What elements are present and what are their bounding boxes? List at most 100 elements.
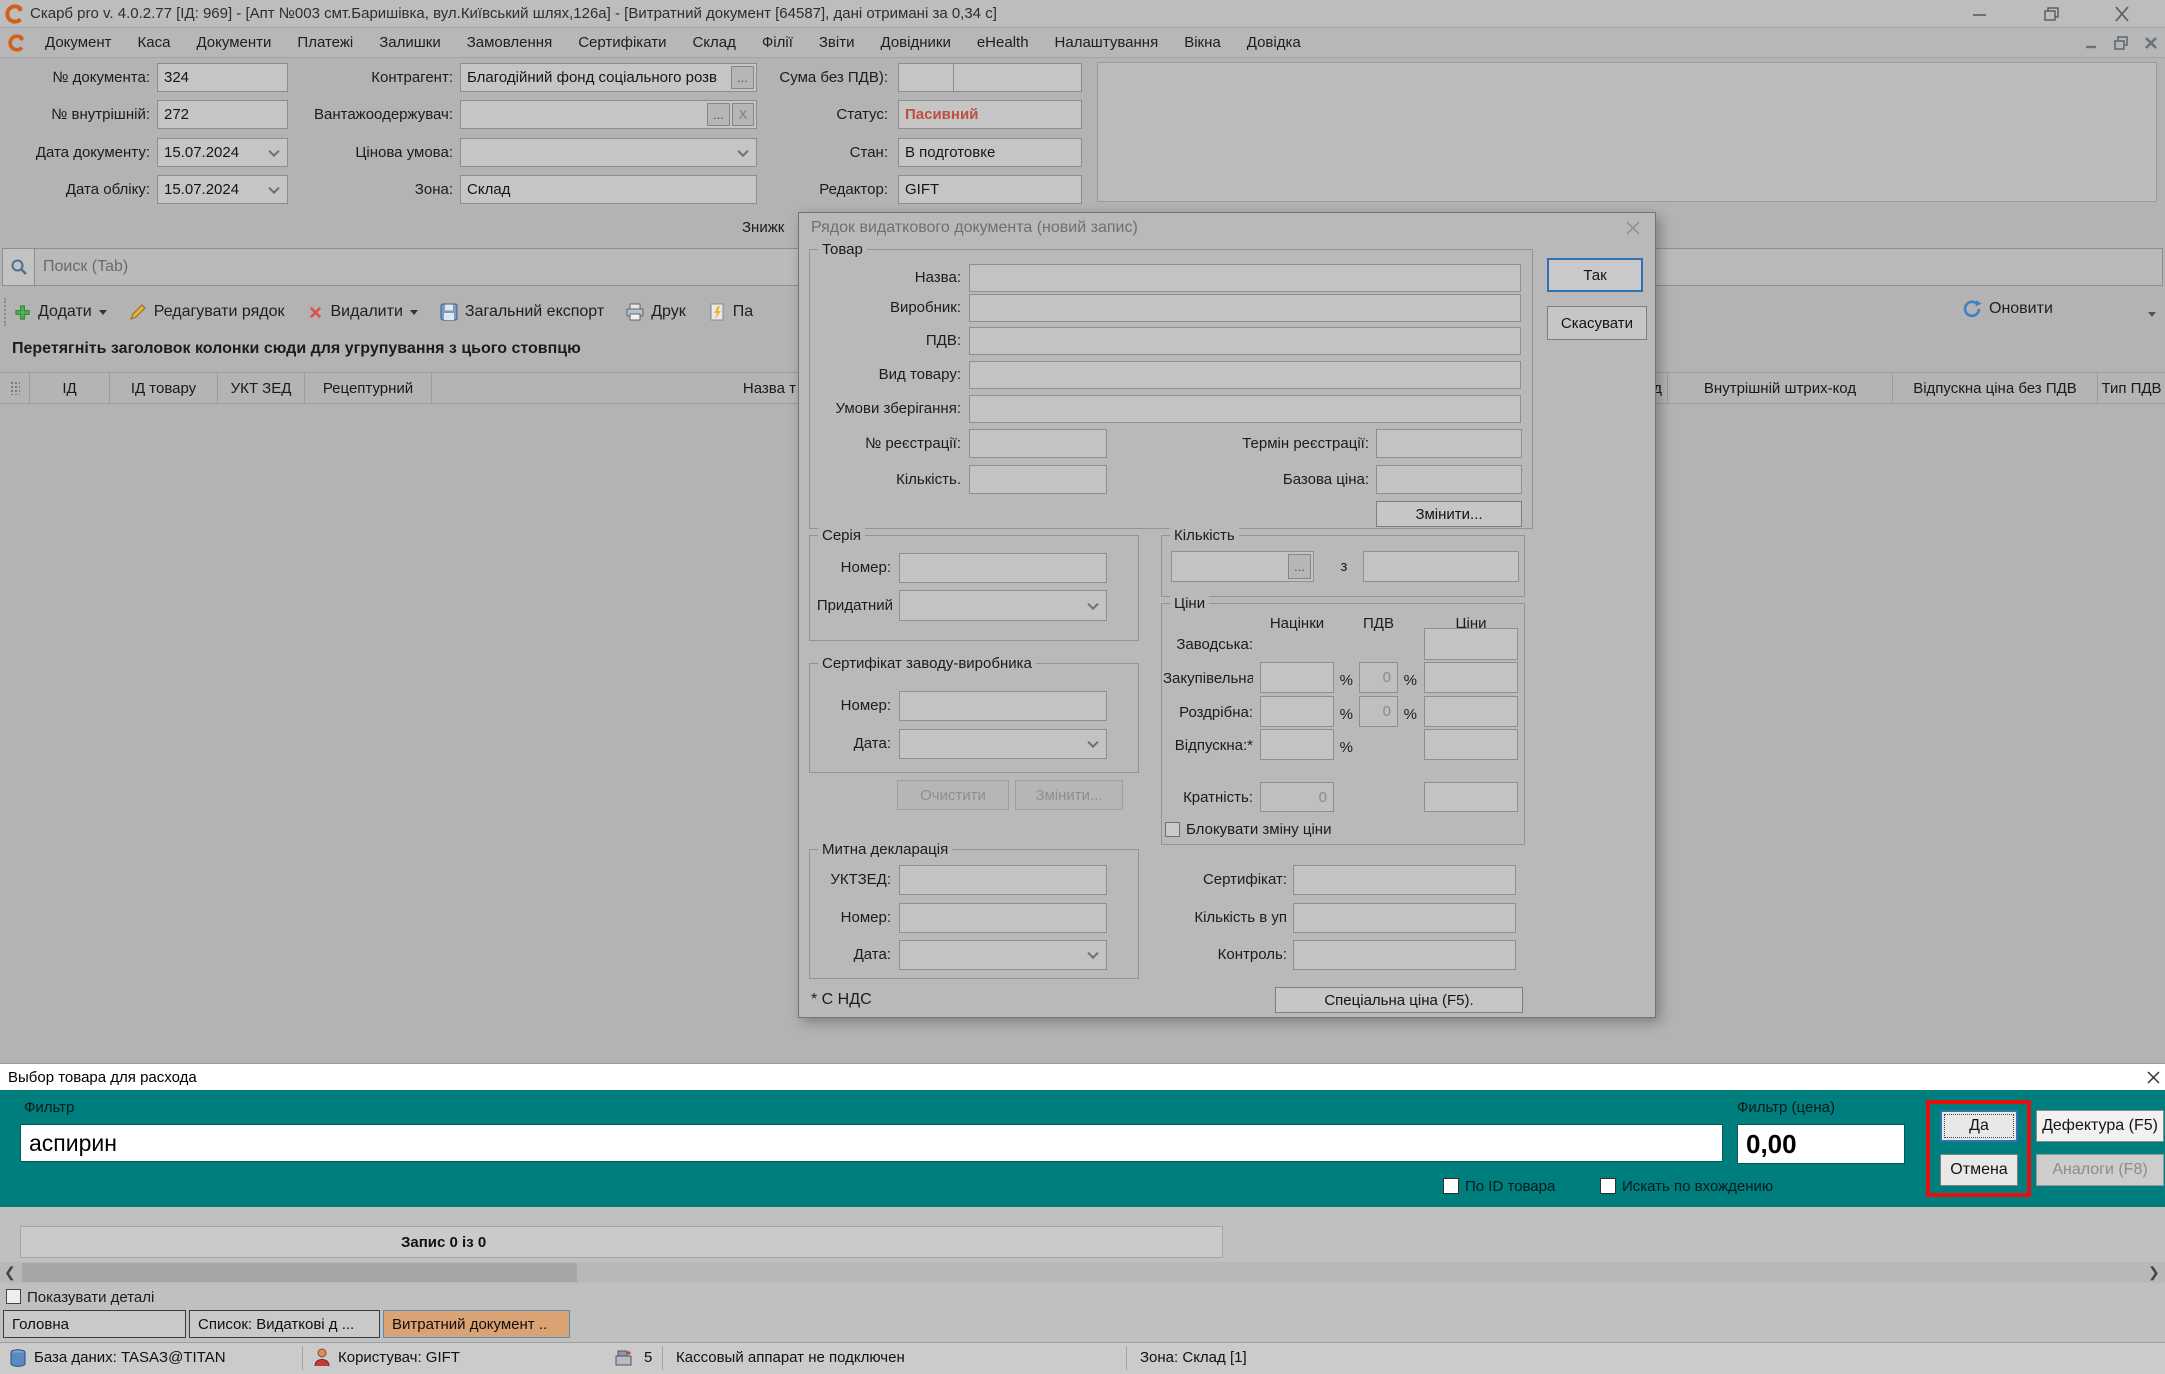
defect-button[interactable]: Дефектура (F5) xyxy=(2036,1110,2164,1142)
menu-item-kasa[interactable]: Каса xyxy=(125,34,184,51)
product-change-button[interactable]: Змінити... xyxy=(1376,501,1522,527)
manufacturer-field[interactable] xyxy=(969,294,1521,322)
menu-item-dokument[interactable]: Документ xyxy=(32,34,125,51)
reg-number-field[interactable] xyxy=(969,429,1107,458)
purchase-markup-field[interactable] xyxy=(1260,662,1334,693)
export-button[interactable]: Загальний експорт xyxy=(440,303,604,321)
contragent-field[interactable]: Благодійний фонд соціального розв ... xyxy=(460,63,757,92)
chevron-down-icon[interactable] xyxy=(268,182,279,193)
retail-price-field[interactable] xyxy=(1424,696,1518,727)
internal-number-field[interactable]: 272 xyxy=(157,100,288,129)
acc-date-field[interactable]: 15.07.2024 xyxy=(157,175,288,204)
chevron-down-icon[interactable] xyxy=(1087,737,1098,748)
analogs-button[interactable]: Аналоги (F8) xyxy=(2036,1154,2164,1186)
consignee-field[interactable]: ... X xyxy=(460,100,757,129)
menu-item-platezhi[interactable]: Платежі xyxy=(284,34,366,51)
menu-item-zalyshky[interactable]: Залишки xyxy=(366,34,454,51)
menu-item-sertyfikaty[interactable]: Сертифікати xyxy=(565,34,679,51)
purchase-price-field[interactable] xyxy=(1424,662,1518,693)
scrollbar-thumb[interactable] xyxy=(22,1263,577,1282)
cert-date-field[interactable] xyxy=(899,729,1107,759)
tab-holovna[interactable]: Головна xyxy=(3,1310,186,1338)
storage-field[interactable] xyxy=(969,395,1521,423)
column-header-vidpuskna-tsina[interactable]: Відпускна ціна без ПДВ xyxy=(1893,373,2098,403)
quantity-ellipsis-button[interactable]: ... xyxy=(1288,554,1311,579)
series-number-field[interactable] xyxy=(899,553,1107,583)
lock-price-checkbox[interactable] xyxy=(1165,822,1180,837)
customs-date-field[interactable] xyxy=(899,940,1107,970)
factory-price-field[interactable] xyxy=(1424,628,1518,660)
delete-button[interactable]: Видалити xyxy=(307,303,418,321)
column-header-typ-pdv[interactable]: Тип ПДВ xyxy=(2098,373,2165,403)
picker-close-icon[interactable] xyxy=(2146,1070,2161,1085)
consignee-ellipsis-button[interactable]: ... xyxy=(707,103,730,126)
chevron-down-icon[interactable] xyxy=(268,145,279,156)
dialog-close-icon[interactable] xyxy=(1625,220,1641,236)
edit-row-button[interactable]: Редагувати рядок xyxy=(129,303,285,321)
restore-button[interactable] xyxy=(2042,5,2062,23)
doc-number-field[interactable]: 324 xyxy=(157,63,288,92)
selling-price-field[interactable] xyxy=(1424,729,1518,760)
horizontal-scrollbar[interactable]: ❮ ❯ xyxy=(0,1262,2165,1283)
cert-number-field[interactable] xyxy=(899,691,1107,721)
price-condition-field[interactable] xyxy=(460,138,757,167)
control-field[interactable] xyxy=(1293,940,1516,970)
menu-item-dovidka[interactable]: Довідка xyxy=(1234,34,1314,51)
zone-field[interactable]: Склад xyxy=(460,175,757,204)
name-field[interactable] xyxy=(969,264,1521,292)
add-button[interactable]: Додати xyxy=(14,303,107,321)
dialog-ok-button[interactable]: Так xyxy=(1547,258,1643,292)
uktzed-field[interactable] xyxy=(899,865,1107,895)
chevron-down-icon[interactable] xyxy=(1087,598,1098,609)
multiplicity-price-field[interactable] xyxy=(1424,782,1518,812)
mdi-restore-icon[interactable] xyxy=(2112,34,2130,52)
consignee-clear-button[interactable]: X xyxy=(732,103,754,126)
price-filter-input[interactable] xyxy=(1737,1124,1905,1164)
tab-vytratnyi-dokument[interactable]: Витратний документ .. xyxy=(383,1310,570,1338)
column-header-nazva-tovaru[interactable]: Назва т xyxy=(432,373,798,403)
doc-date-field[interactable]: 15.07.2024 xyxy=(157,138,288,167)
base-price-field[interactable] xyxy=(1376,465,1522,494)
column-header-vnutrishnii-shtrykh-kod[interactable]: Внутрішній штрих-код xyxy=(1668,373,1893,403)
quantity-field[interactable] xyxy=(969,465,1107,494)
series-valid-field[interactable] xyxy=(899,590,1107,621)
minimize-button[interactable] xyxy=(1970,5,1990,23)
contragent-ellipsis-button[interactable]: ... xyxy=(731,66,754,89)
dialog-titlebar[interactable]: Рядок видаткового документа (новий запис… xyxy=(799,213,1655,243)
customs-number-field[interactable] xyxy=(899,903,1107,933)
column-header-ukt-zed[interactable]: УКТ ЗЕД xyxy=(218,373,305,403)
toolbar-overflow-caret-icon[interactable] xyxy=(2148,312,2156,317)
column-header-id-tovaru[interactable]: ІД товару xyxy=(110,373,218,403)
filter-input[interactable] xyxy=(20,1124,1723,1162)
close-button[interactable] xyxy=(2112,5,2132,23)
cert-change-button[interactable]: Змінити... xyxy=(1015,780,1123,810)
column-header-id[interactable]: ІД xyxy=(30,373,110,403)
print-button[interactable]: Друк xyxy=(626,303,686,321)
by-id-checkbox[interactable] xyxy=(1443,1178,1459,1194)
certificate-field[interactable] xyxy=(1293,865,1516,895)
scroll-right-icon[interactable]: ❯ xyxy=(2148,1264,2160,1281)
menu-item-filii[interactable]: Філії xyxy=(749,34,806,51)
cert-clear-button[interactable]: Очистити xyxy=(897,780,1009,810)
show-details-checkbox[interactable] xyxy=(6,1289,21,1304)
tab-spysok-vydatkovi[interactable]: Список: Видаткові д ... xyxy=(189,1310,380,1338)
vat-field[interactable] xyxy=(969,327,1521,355)
selling-markup-field[interactable] xyxy=(1260,729,1334,760)
qty-in-pack-field[interactable] xyxy=(1293,903,1516,933)
mdi-minimize-icon[interactable] xyxy=(2082,36,2100,52)
menu-item-dovidnyky[interactable]: Довідники xyxy=(868,34,964,51)
by-substring-checkbox[interactable] xyxy=(1600,1178,1616,1194)
refresh-button[interactable]: Оновити xyxy=(1962,299,2053,319)
scroll-left-icon[interactable]: ❮ xyxy=(4,1264,16,1281)
mdi-close-icon[interactable] xyxy=(2142,34,2160,52)
menu-item-zvity[interactable]: Звіти xyxy=(806,34,868,51)
partial-toolbar-item[interactable]: Па xyxy=(708,303,753,321)
reg-term-field[interactable] xyxy=(1376,429,1522,458)
retail-markup-field[interactable] xyxy=(1260,696,1334,727)
dialog-cancel-button[interactable]: Скасувати xyxy=(1547,306,1647,340)
column-header-retsepturnyi[interactable]: Рецептурний xyxy=(305,373,432,403)
kind-field[interactable] xyxy=(969,361,1521,389)
menu-item-ehealth[interactable]: eHealth xyxy=(964,34,1042,51)
menu-item-dokumenty[interactable]: Документи xyxy=(183,34,284,51)
chevron-down-icon[interactable] xyxy=(1087,948,1098,959)
